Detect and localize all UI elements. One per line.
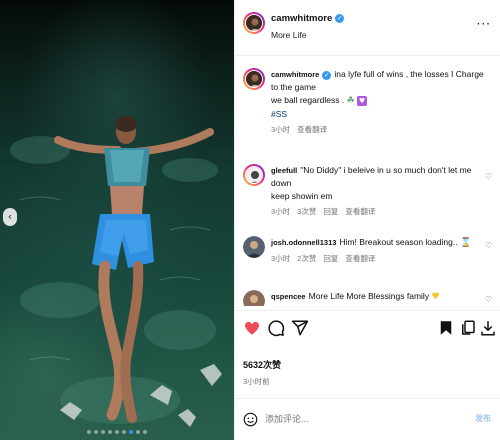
commenter-avatar[interactable] bbox=[243, 164, 265, 186]
more-icon[interactable]: ··· bbox=[477, 17, 491, 31]
comment-translate[interactable]: 查看翻译 bbox=[345, 206, 375, 217]
comment-item: ♡ gleefull "No Diddy" i beleive in u so m… bbox=[243, 164, 493, 217]
comment-like-icon[interactable]: ♡ bbox=[485, 172, 493, 181]
comment-likes[interactable]: 2次赞 bbox=[297, 253, 316, 264]
post-detail-pane: camwhitmore ✓ More Life ··· camwhitmore ✓… bbox=[234, 0, 500, 440]
caption-line-2: we ball regardless . bbox=[271, 95, 345, 105]
comment-translate[interactable]: 查看翻译 bbox=[345, 253, 375, 264]
comment-reply[interactable]: 回复 bbox=[323, 253, 338, 264]
author-username[interactable]: camwhitmore bbox=[271, 13, 332, 24]
comment-icon[interactable] bbox=[267, 319, 285, 337]
comment-text: josh.odonnell1313 Him! Breakout season lo… bbox=[271, 236, 493, 250]
heart-icon[interactable] bbox=[243, 319, 261, 337]
comment-like-icon[interactable]: ♡ bbox=[485, 295, 493, 304]
comment-item: ♡ josh.odonnell1313 Him! Breakout season … bbox=[243, 236, 493, 264]
comment-line-1: "No Diddy" i beleive in u so much don't … bbox=[271, 165, 472, 188]
comment-reply[interactable]: 回复 bbox=[323, 206, 338, 217]
carousel-dots bbox=[0, 430, 234, 434]
smile-icon[interactable] bbox=[243, 412, 258, 427]
post-photo: ‹ bbox=[0, 0, 234, 440]
caption: camwhitmore ✓ ina lyfe full of wins , the … bbox=[243, 68, 493, 135]
hourglass-emoji-icon: ⌛ bbox=[459, 238, 472, 248]
commenter-avatar[interactable] bbox=[243, 290, 265, 306]
carousel-dot bbox=[115, 430, 119, 434]
swimmer-illustration bbox=[10, 116, 222, 427]
like-count[interactable]: 5632次赞 bbox=[243, 358, 281, 371]
comment-username[interactable]: josh.odonnell1313 bbox=[271, 238, 336, 247]
caption-time[interactable]: 3小时 bbox=[271, 124, 290, 135]
comment-text: qspencee More Life More Blessings family … bbox=[271, 290, 493, 304]
download-icon[interactable] bbox=[479, 319, 497, 337]
carousel-dot bbox=[143, 430, 147, 434]
leaf-emoji-icon: ☘ bbox=[346, 96, 355, 106]
carousel-dot bbox=[108, 430, 112, 434]
carousel-dot bbox=[136, 430, 140, 434]
carousel-dot bbox=[122, 430, 126, 434]
carousel-dot bbox=[129, 430, 133, 434]
verified-icon: ✓ bbox=[335, 14, 345, 23]
carousel-dot bbox=[94, 430, 98, 434]
comment-line-2: keep showin em bbox=[271, 191, 333, 201]
copy-icon[interactable] bbox=[459, 319, 477, 337]
caption-username[interactable]: camwhitmore bbox=[271, 70, 319, 79]
comments-list: camwhitmore ✓ ina lyfe full of wins , the … bbox=[235, 56, 500, 306]
comment-time[interactable]: 3小时 bbox=[271, 253, 290, 264]
save-icon[interactable] bbox=[437, 319, 455, 337]
post-location[interactable]: More Life bbox=[271, 30, 306, 40]
caption-meta: 3小时 查看翻译 bbox=[271, 124, 493, 135]
comment-meta: 3小时 3次赞 回复 查看翻译 bbox=[271, 206, 493, 217]
comment-line-1: More Life More Blessings family bbox=[308, 291, 430, 301]
post-time: 3小时前 bbox=[243, 377, 270, 386]
comment-item: ♡ qspencee More Life More Blessings famil… bbox=[243, 290, 493, 306]
chevron-left-icon[interactable]: ‹ bbox=[3, 208, 17, 226]
comment-username[interactable]: qspencee bbox=[271, 292, 306, 301]
action-bar bbox=[235, 310, 500, 346]
comment-username[interactable]: gleefull bbox=[271, 166, 297, 175]
comment-composer: 发布 bbox=[235, 398, 500, 440]
heart-emoji-icon: ♥ bbox=[431, 292, 440, 302]
comment-text: gleefull "No Diddy" i beleive in u so muc… bbox=[271, 164, 493, 203]
post-header: camwhitmore ✓ More Life ··· bbox=[235, 0, 500, 56]
post-comment-button[interactable]: 发布 bbox=[475, 413, 491, 424]
verified-icon: ✓ bbox=[322, 71, 332, 80]
carousel-dot bbox=[101, 430, 105, 434]
caption-translate[interactable]: 查看翻译 bbox=[297, 124, 327, 135]
comment-meta: 3小时 2次赞 回复 查看翻译 bbox=[271, 253, 493, 264]
share-icon[interactable] bbox=[291, 319, 309, 337]
commenter-avatar[interactable] bbox=[243, 236, 265, 258]
hashtag-link[interactable]: #SS bbox=[271, 109, 287, 119]
comment-like-icon[interactable]: ♡ bbox=[485, 241, 493, 250]
caption-avatar[interactable] bbox=[243, 68, 265, 90]
comment-likes[interactable]: 3次赞 bbox=[297, 206, 316, 217]
caption-text: camwhitmore ✓ ina lyfe full of wins , the … bbox=[271, 68, 493, 121]
comment-time[interactable]: 3小时 bbox=[271, 206, 290, 217]
comment-input[interactable] bbox=[265, 410, 455, 428]
author-avatar[interactable] bbox=[243, 12, 265, 34]
author-username-row[interactable]: camwhitmore ✓ bbox=[271, 13, 345, 24]
sparkle-emoji-icon: ♥ bbox=[357, 96, 368, 106]
carousel-dot bbox=[87, 430, 91, 434]
comment-line-1: Him! Breakout season loading.. bbox=[339, 237, 458, 247]
